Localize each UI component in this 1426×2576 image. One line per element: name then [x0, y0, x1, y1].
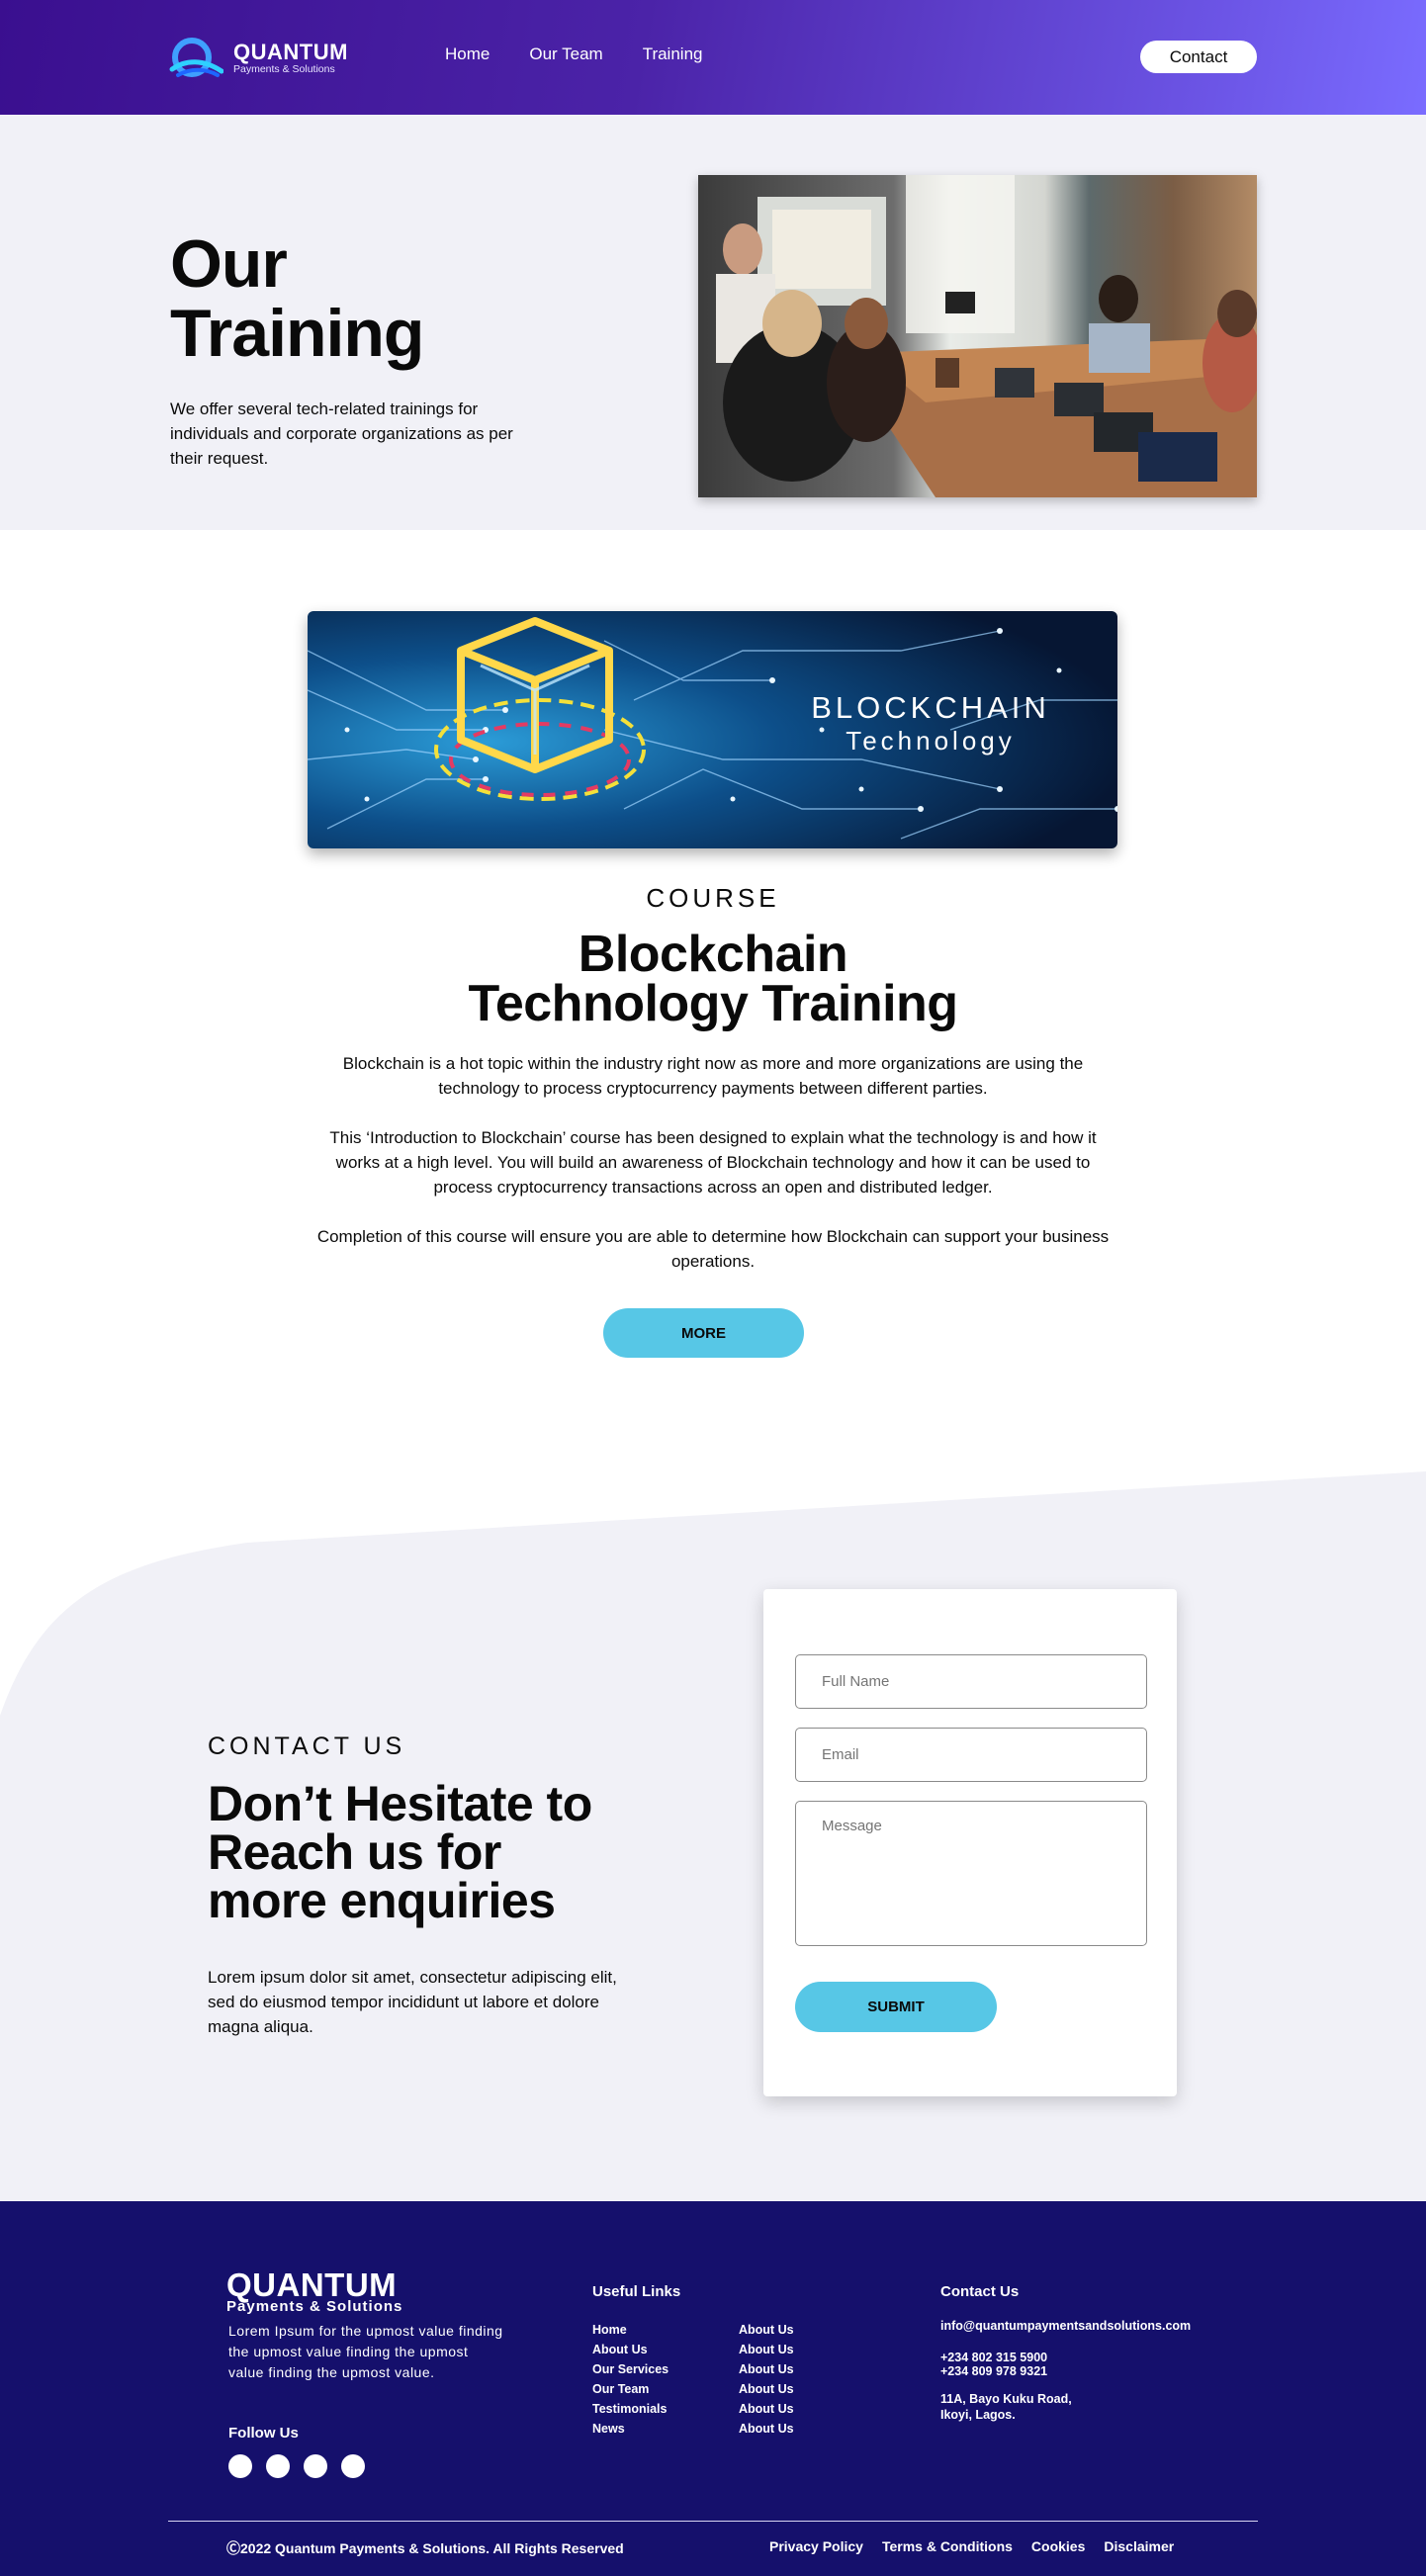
submit-button[interactable]: SUBMIT	[795, 1982, 997, 2032]
page: QUANTUM Payments & Solutions Home Our Te…	[0, 0, 1426, 2576]
footer-link[interactable]: About Us	[739, 2359, 794, 2379]
contact-form: SUBMIT	[763, 1589, 1177, 2096]
social-links	[228, 2454, 365, 2478]
full-name-input[interactable]	[795, 1654, 1147, 1709]
footer-description: Lorem Ipsum for the upmost value finding…	[228, 2323, 503, 2380]
footer-link[interactable]: About Us	[739, 2320, 794, 2340]
footer-logo-tagline: Payments & Solutions	[226, 2298, 403, 2315]
footer-phone-2[interactable]: +234 809 978 9321	[940, 2364, 1047, 2378]
footer-link[interactable]: About Us	[739, 2419, 794, 2439]
site-header: QUANTUM Payments & Solutions Home Our Te…	[0, 0, 1426, 115]
blockchain-banner: BLOCKCHAIN Technology	[308, 611, 1117, 848]
copyright: Ⓒ2022 Quantum Payments & Solutions. All …	[226, 2540, 624, 2556]
contact-title-line3: more enquiries	[208, 1873, 556, 1928]
nav-training[interactable]: Training	[643, 44, 703, 64]
email-input[interactable]	[795, 1728, 1147, 1782]
course-paragraph: Blockchain is a hot topic within the ind…	[342, 1054, 1084, 1098]
useful-links-col1: Home About Us Our Services Our Team Test…	[592, 2320, 668, 2439]
footer-address-line1: 11A, Bayo Kuku Road,	[940, 2392, 1072, 2406]
social-icon[interactable]	[341, 2454, 365, 2478]
useful-links-col2: About Us About Us About Us About Us Abou…	[739, 2320, 794, 2439]
contact-kicker: CONTACT US	[208, 1732, 406, 1760]
cookies-link[interactable]: Cookies	[1031, 2538, 1085, 2554]
more-button[interactable]: MORE	[603, 1308, 804, 1358]
course-kicker: COURSE	[646, 883, 780, 913]
course-paragraph: This ‘Introduction to Blockchain’ course…	[329, 1128, 1097, 1197]
footer-link[interactable]: Home	[592, 2320, 668, 2340]
useful-links-heading: Useful Links	[592, 2283, 681, 2300]
footer-divider	[168, 2521, 1258, 2522]
page-title-line1: Our	[170, 226, 288, 302]
footer-email[interactable]: info@quantumpaymentsandsolutions.com	[940, 2319, 1191, 2333]
course-title-line1: Blockchain	[578, 926, 848, 983]
privacy-policy-link[interactable]: Privacy Policy	[769, 2538, 863, 2554]
contact-us-heading: Contact Us	[940, 2283, 1020, 2300]
follow-us-label: Follow Us	[228, 2425, 299, 2442]
footer-link[interactable]: News	[592, 2419, 668, 2439]
footer-link[interactable]: Our Services	[592, 2359, 668, 2379]
nav-our-team[interactable]: Our Team	[529, 44, 602, 64]
message-textarea[interactable]	[795, 1801, 1147, 1946]
course-title: Blockchain Technology Training	[0, 926, 1426, 1032]
contact-button[interactable]: Contact	[1140, 41, 1257, 73]
footer-link[interactable]: About Us	[739, 2379, 794, 2399]
banner-subtitle: Technology	[846, 726, 1016, 755]
logo-tagline: Payments & Solutions	[233, 62, 335, 75]
contact-title: Don’t Hesitate to Reach us for more enqu…	[208, 1776, 643, 1928]
social-icon[interactable]	[228, 2454, 252, 2478]
social-icon[interactable]	[266, 2454, 290, 2478]
footer-link[interactable]: About Us	[739, 2399, 794, 2419]
course-description: Blockchain is a hot topic within the ind…	[312, 1051, 1114, 1298]
footer-link[interactable]: About Us	[739, 2340, 794, 2359]
banner-title: BLOCKCHAIN	[811, 690, 1050, 725]
footer-phone-1[interactable]: +234 802 315 5900	[940, 2351, 1047, 2364]
page-title-line2: Training	[170, 296, 424, 371]
hero-description: We offer several tech-related trainings …	[170, 400, 513, 468]
footer-address-line2: Ikoyi, Lagos.	[940, 2408, 1016, 2422]
meeting-room-photo	[698, 175, 1257, 497]
course-paragraph: Completion of this course will ensure yo…	[316, 1227, 1110, 1271]
footer-link[interactable]: Testimonials	[592, 2399, 668, 2419]
page-title: Our Training	[170, 226, 424, 371]
legal-links: Privacy Policy Terms & Conditions Cookie…	[769, 2538, 1174, 2554]
disclaimer-link[interactable]: Disclaimer	[1104, 2538, 1174, 2554]
contact-title-line1: Don’t Hesitate to	[208, 1776, 592, 1831]
contact-title-line2: Reach us for	[208, 1824, 501, 1880]
hero-section: Our Training We offer several tech-relat…	[0, 115, 1426, 530]
course-title-line2: Technology Training	[468, 975, 958, 1032]
nav-home[interactable]: Home	[445, 44, 490, 64]
site-footer: QUANTUM Payments & Solutions Lorem Ipsum…	[0, 2201, 1426, 2576]
main-nav: Home Our Team Training	[445, 44, 702, 64]
footer-logo-name[interactable]: QUANTUM	[226, 2268, 397, 2301]
logo-name: QUANTUM	[233, 39, 348, 64]
social-icon[interactable]	[304, 2454, 327, 2478]
footer-link[interactable]: Our Team	[592, 2379, 668, 2399]
footer-link[interactable]: About Us	[592, 2340, 668, 2359]
logo-icon	[166, 36, 224, 81]
contact-description: Lorem ipsum dolor sit amet, consectetur …	[208, 1968, 617, 2036]
logo[interactable]: QUANTUM Payments & Solutions	[166, 36, 348, 81]
terms-link[interactable]: Terms & Conditions	[882, 2538, 1013, 2554]
